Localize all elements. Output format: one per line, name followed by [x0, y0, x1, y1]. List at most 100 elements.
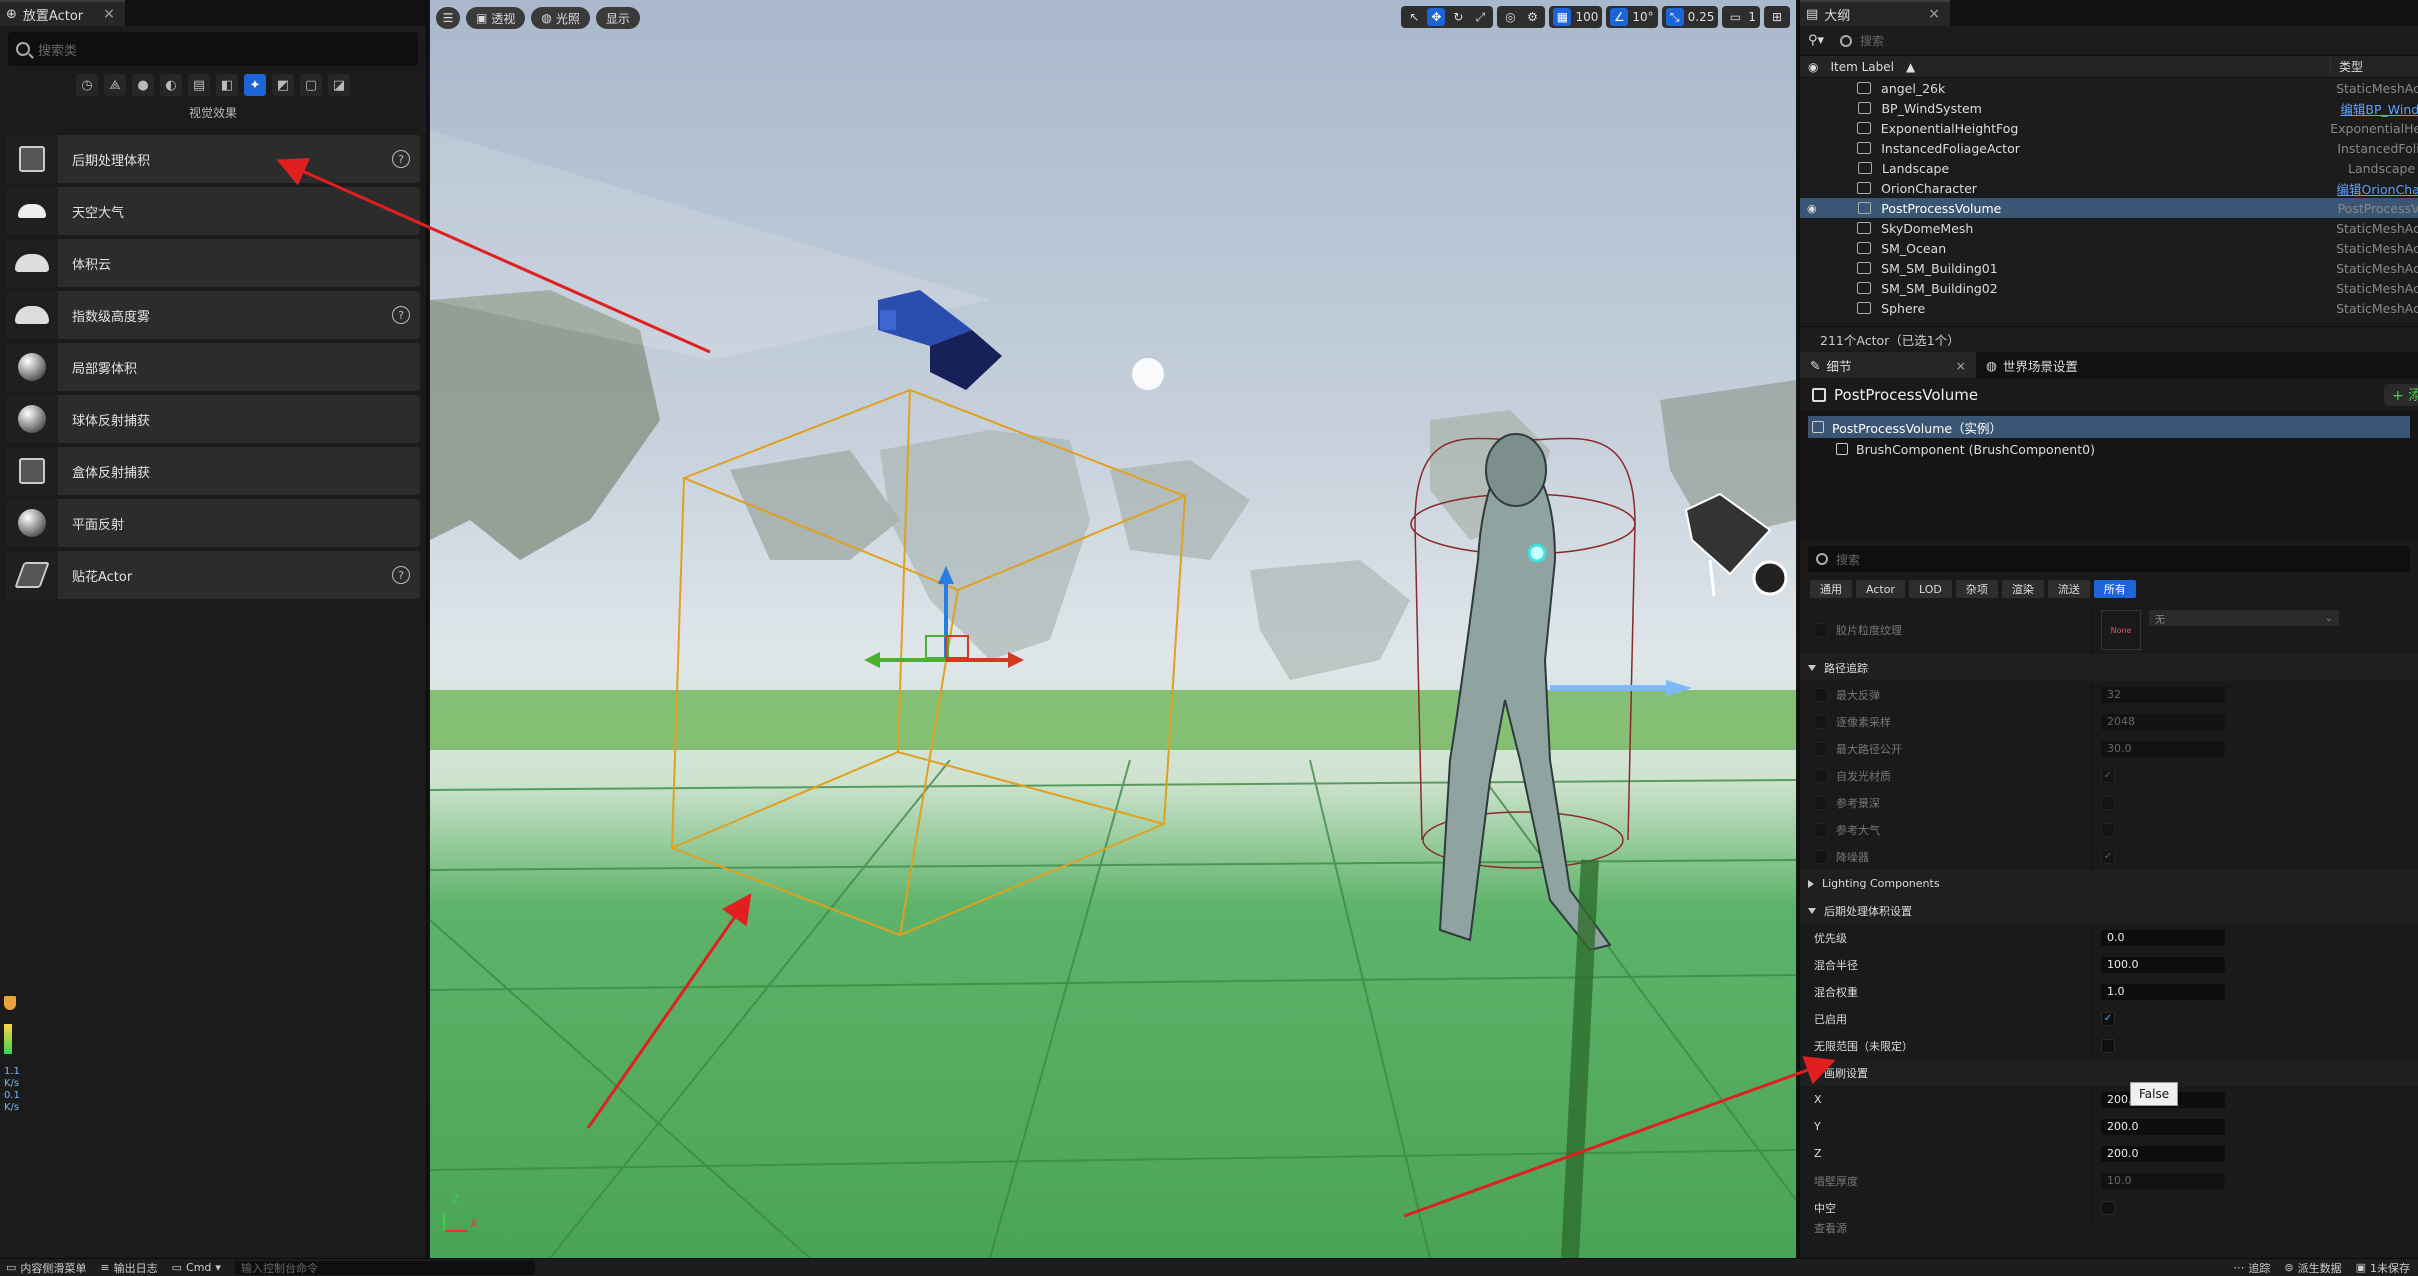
actor-list-item[interactable]: 局部雾体积 [6, 343, 420, 391]
grid-snap-toggle[interactable]: ▦ 100 [1549, 6, 1603, 28]
actor-list-item[interactable]: 指数级高度雾? [6, 291, 420, 339]
lights-icon[interactable]: ● [132, 74, 154, 96]
outliner-row[interactable]: ◉ PostProcessVolume PostProcessV [1800, 198, 2418, 218]
filter-tab[interactable]: Actor [1856, 580, 1905, 598]
close-icon[interactable]: × [103, 6, 115, 22]
override-checkbox[interactable] [1814, 714, 1828, 729]
override-checkbox[interactable] [1814, 768, 1828, 783]
number-input[interactable]: 2048 [2101, 713, 2225, 730]
filter-tab[interactable]: 所有 [2093, 580, 2136, 598]
perspective-button[interactable]: ▣ 透视 [466, 7, 526, 29]
unsaved-button[interactable]: ▣ 1未保存 [2356, 1260, 2410, 1276]
recent-clock-icon[interactable]: ◷ [76, 74, 98, 96]
outliner-item-type[interactable]: 编辑BP_Wind [2340, 99, 2418, 118]
surface-snap-icon[interactable]: ⚙ [1523, 8, 1541, 26]
help-icon[interactable]: ? [392, 306, 410, 324]
checkbox[interactable] [2101, 1200, 2115, 1215]
outliner-row[interactable]: SM_Ocean StaticMeshAc [1800, 238, 2418, 258]
viewport-menu-button[interactable]: ☰ [436, 7, 460, 29]
world-icon[interactable]: ◎ [1501, 8, 1519, 26]
trace-button[interactable]: ⋯ 追踪 [2233, 1260, 2270, 1276]
filter-icon[interactable]: ⚲▾ [1808, 33, 1824, 48]
outliner-row[interactable]: angel_26k StaticMeshAc [1800, 78, 2418, 98]
number-input[interactable]: 0.0 [2101, 929, 2225, 946]
item-label-column[interactable]: Item Label [1830, 60, 1894, 74]
override-checkbox[interactable] [1814, 822, 1828, 837]
outliner-search-input[interactable]: 搜索 [1832, 28, 2410, 54]
add-component-button[interactable]: + 添 [2384, 383, 2418, 406]
type-column[interactable]: 类型 [2330, 58, 2363, 75]
rotation-snap-toggle[interactable]: ∠ 10° [1606, 6, 1658, 28]
orion-character[interactable] [1410, 433, 1692, 1258]
visibility-eye-icon[interactable]: ◉ [1808, 60, 1818, 74]
number-input[interactable]: 30.0 [2101, 740, 2225, 757]
visual-effects-icon[interactable]: ✦ [244, 74, 266, 96]
outliner-row[interactable]: SM_SM_Building02 StaticMeshAc [1800, 278, 2418, 298]
number-input[interactable]: 1.0 [2101, 983, 2225, 1000]
override-checkbox[interactable] [1814, 623, 1828, 637]
number-input[interactable]: 200.0 [2101, 1118, 2225, 1135]
world-settings-tab[interactable]: ◍ 世界场景设置 [1976, 352, 2088, 378]
actor-list-item[interactable]: 平面反射 [6, 499, 420, 547]
clapper-icon[interactable]: ▤ [188, 74, 210, 96]
close-icon[interactable]: × [1928, 6, 1940, 22]
checkbox[interactable] [2101, 1038, 2115, 1053]
actor-list-item[interactable]: 后期处理体积? [6, 135, 420, 183]
number-input[interactable]: 32 [2101, 686, 2225, 703]
outliner-row[interactable]: BP_WindSystem 编辑BP_Wind [1800, 98, 2418, 118]
actor-list-item[interactable]: 天空大气 [6, 187, 420, 235]
geometry-icon[interactable]: ◩ [272, 74, 294, 96]
outliner-row[interactable]: InstancedFoliageActor InstancedFoli [1800, 138, 2418, 158]
filter-tab[interactable]: 流送 [2047, 580, 2090, 598]
filter-tab[interactable]: 通用 [1810, 580, 1852, 598]
details-search-input[interactable]: 搜索 [1808, 546, 2410, 572]
override-checkbox[interactable] [1814, 795, 1828, 810]
content-drawer-button[interactable]: ▭ 内容侧滑菜单 [6, 1260, 86, 1276]
property-section-header[interactable]: Lighting Components [1800, 870, 2418, 897]
scale-icon[interactable]: ⤢ [1471, 8, 1489, 26]
outliner-item-type[interactable]: 编辑OrionCha [2337, 179, 2418, 198]
actor-list-item[interactable]: 贴花Actor? [6, 551, 420, 599]
checkbox[interactable] [2101, 822, 2115, 837]
misc-icon[interactable]: ◪ [328, 74, 350, 96]
viewport-layout-button[interactable]: ⊞ [1764, 6, 1790, 28]
checkbox[interactable] [2101, 795, 2115, 810]
volumes-icon[interactable]: ◧ [216, 74, 238, 96]
console-command-input[interactable]: 输入控制台命令 [234, 1260, 535, 1275]
search-classes-input[interactable]: 搜索类 [8, 32, 418, 66]
component-row[interactable]: PostProcessVolume（实例） [1808, 416, 2410, 438]
lighting-mode-button[interactable]: ◍ 光照 [531, 7, 590, 29]
outliner-row[interactable]: Sphere StaticMeshAc [1800, 298, 2418, 318]
actor-list-item[interactable]: 体积云 [6, 239, 420, 287]
override-checkbox[interactable] [1814, 849, 1828, 864]
checkbox[interactable]: ✓ [2101, 1011, 2115, 1026]
override-checkbox[interactable] [1814, 687, 1828, 702]
outliner-row[interactable]: SM_SM_Building01 StaticMeshAc [1800, 258, 2418, 278]
property-section-header[interactable]: 后期处理体积设置 [1800, 897, 2418, 924]
basic-shapes-icon[interactable]: ⟁ [104, 74, 126, 96]
details-tab[interactable]: ✎ 细节 × [1800, 352, 1976, 378]
number-input[interactable]: 200.0 [2101, 1145, 2225, 1162]
override-checkbox[interactable] [1814, 741, 1828, 756]
actor-list-item[interactable]: 盒体反射捕获 [6, 447, 420, 495]
camera-speed-button[interactable]: ▭ 1 [1722, 6, 1760, 28]
outliner-row[interactable]: SkyDomeMesh StaticMeshAc [1800, 218, 2418, 238]
scale-snap-toggle[interactable]: ⤡ 0.25 [1661, 6, 1719, 28]
help-icon[interactable]: ? [392, 150, 410, 168]
all-classes-icon[interactable]: ▢ [300, 74, 322, 96]
number-input[interactable]: 100.0 [2101, 956, 2225, 973]
component-row[interactable]: BrushComponent (BrushComponent0) [1808, 438, 2410, 460]
show-button[interactable]: 显示 [595, 7, 640, 29]
property-section-header[interactable]: 路径追踪 [1800, 654, 2418, 681]
property-section-header[interactable]: 画刷设置 [1800, 1059, 2418, 1086]
level-viewport[interactable]: ☰ ▣ 透视 ◍ 光照 显示 ↖ ✥ ↻ ⤢ ◎ ⚙ ▦ 100 ∠ 10° ⤡… [430, 0, 1796, 1258]
filter-tab[interactable]: LOD [1908, 580, 1952, 598]
number-input[interactable]: 10.0 [2101, 1172, 2225, 1189]
place-actors-tab[interactable]: ⊕ 放置Actor × [0, 0, 125, 26]
output-log-button[interactable]: ≡ 输出日志 [100, 1260, 157, 1276]
outliner-row[interactable]: Landscape Landscape [1800, 158, 2418, 178]
outliner-tab[interactable]: ▤ 大纲 × [1800, 0, 1950, 26]
cinematic-icon[interactable]: ◐ [160, 74, 182, 96]
outliner-row[interactable]: OrionCharacter 编辑OrionCha [1800, 178, 2418, 198]
filter-tab[interactable]: 杂项 [1955, 580, 1998, 598]
